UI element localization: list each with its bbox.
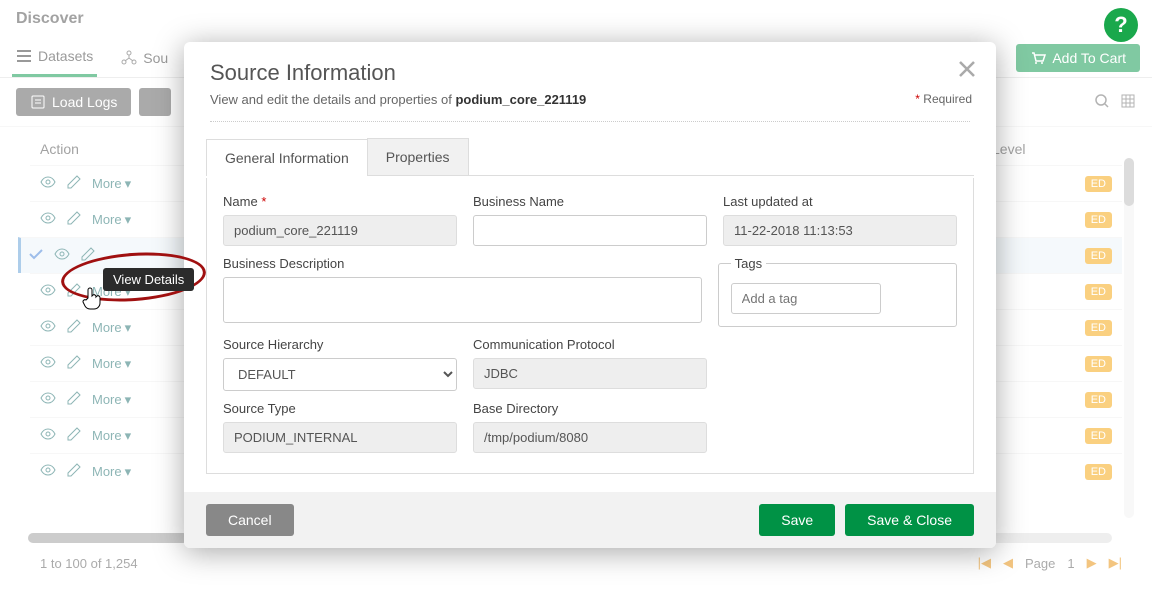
eye-icon[interactable] (54, 246, 70, 265)
column-action: Action (40, 141, 190, 157)
pager-prev-icon[interactable]: ◀ (1003, 555, 1013, 571)
tab-sources-label: Sou (143, 50, 168, 66)
label-business-desc: Business Description (223, 256, 702, 271)
pager-next-icon[interactable]: ▶ (1087, 555, 1097, 571)
cancel-button[interactable]: Cancel (206, 504, 294, 536)
level-badge: ED (1085, 284, 1112, 300)
caret-down-icon: ▾ (125, 464, 132, 480)
label-base-dir: Base Directory (473, 401, 707, 416)
required-note: * Required (915, 92, 972, 106)
label-source-hierarchy: Source Hierarchy (223, 337, 457, 352)
pencil-icon[interactable] (66, 210, 82, 229)
pager-page-label: Page (1025, 556, 1055, 571)
help-button[interactable]: ? (1104, 8, 1138, 42)
base-dir-field (473, 422, 707, 453)
tab-datasets-label: Datasets (38, 48, 93, 64)
tab-properties[interactable]: Properties (367, 138, 469, 175)
label-last-updated: Last updated at (723, 194, 957, 209)
eye-icon[interactable] (40, 282, 56, 301)
source-type-field (223, 422, 457, 453)
caret-down-icon: ▾ (125, 356, 132, 372)
tab-general-info[interactable]: General Information (206, 139, 368, 176)
label-comm-protocol: Communication Protocol (473, 337, 707, 352)
load-logs-button[interactable]: Load Logs (16, 88, 131, 116)
hamburger-icon (16, 48, 32, 64)
save-button[interactable]: Save (759, 504, 835, 536)
more-dropdown[interactable]: More ▾ (92, 464, 131, 480)
page-title: Discover (16, 10, 84, 28)
column-level: Level (992, 141, 1112, 157)
label-business-name: Business Name (473, 194, 707, 209)
eye-icon[interactable] (40, 174, 56, 193)
more-dropdown[interactable]: More ▾ (92, 428, 131, 444)
level-badge: ED (1085, 320, 1112, 336)
close-icon[interactable] (956, 58, 978, 83)
tab-datasets[interactable]: Datasets (12, 38, 97, 77)
add-to-cart-label: Add To Cart (1052, 50, 1126, 66)
eye-icon[interactable] (40, 426, 56, 445)
caret-down-icon: ▾ (125, 428, 132, 444)
tree-icon (121, 50, 137, 66)
name-field[interactable] (223, 215, 457, 246)
level-badge: ED (1085, 176, 1112, 192)
tab-sources[interactable]: Sou (117, 40, 172, 76)
more-dropdown[interactable]: More ▾ (92, 356, 131, 372)
more-dropdown[interactable]: More ▾ (92, 176, 131, 192)
source-hierarchy-select[interactable]: DEFAULT (223, 358, 457, 391)
pencil-icon[interactable] (66, 390, 82, 409)
log-icon (30, 94, 46, 110)
more-dropdown[interactable]: More ▾ (92, 212, 131, 228)
eye-icon[interactable] (40, 354, 56, 373)
modal-subtitle: View and edit the details and properties… (210, 92, 970, 107)
business-desc-field[interactable] (223, 277, 702, 323)
level-badge: ED (1085, 464, 1112, 480)
label-tags: Tags (731, 256, 766, 271)
load-logs-label: Load Logs (52, 94, 117, 110)
label-source-type: Source Type (223, 401, 457, 416)
tooltip: View Details (103, 268, 194, 291)
add-to-cart-button[interactable]: Add To Cart (1016, 44, 1140, 72)
eye-icon[interactable] (40, 210, 56, 229)
caret-down-icon: ▾ (125, 176, 132, 192)
caret-down-icon: ▾ (125, 212, 132, 228)
more-dropdown[interactable]: More ▾ (92, 320, 131, 336)
business-name-field[interactable] (473, 215, 707, 246)
level-badge: ED (1085, 212, 1112, 228)
source-info-modal: Source Information View and edit the det… (184, 42, 996, 548)
grid-settings-icon[interactable] (1120, 93, 1136, 112)
level-badge: ED (1085, 392, 1112, 408)
pagination-info: 1 to 100 of 1,254 (40, 556, 138, 571)
search-icon[interactable] (1094, 93, 1110, 112)
secondary-button[interactable] (139, 88, 171, 116)
level-badge: ED (1085, 356, 1112, 372)
pencil-icon[interactable] (66, 426, 82, 445)
comm-protocol-field (473, 358, 707, 389)
eye-icon[interactable] (40, 462, 56, 481)
last-updated-field (723, 215, 957, 246)
level-badge: ED (1085, 428, 1112, 444)
pencil-icon[interactable] (66, 318, 82, 337)
modal-title: Source Information (210, 60, 970, 86)
save-close-button[interactable]: Save & Close (845, 504, 974, 536)
more-dropdown[interactable]: More ▾ (92, 392, 131, 408)
level-badge: ED (1085, 248, 1112, 264)
caret-down-icon: ▾ (125, 320, 132, 336)
tags-fieldset: Tags (718, 256, 957, 327)
check-icon (28, 246, 44, 265)
caret-down-icon: ▾ (125, 392, 132, 408)
vertical-scrollbar[interactable] (1124, 158, 1134, 518)
pager-page-num: 1 (1067, 556, 1074, 571)
pager-last-icon[interactable]: ▶| (1109, 555, 1122, 571)
pencil-icon[interactable] (66, 462, 82, 481)
eye-icon[interactable] (40, 390, 56, 409)
add-tag-input[interactable] (731, 283, 881, 314)
pencil-icon[interactable] (66, 354, 82, 373)
label-name: Name * (223, 194, 457, 209)
cart-icon (1030, 50, 1046, 66)
cursor-hand-icon (81, 286, 103, 315)
pager-first-icon[interactable]: |◀ (978, 555, 991, 571)
pencil-icon[interactable] (66, 174, 82, 193)
eye-icon[interactable] (40, 318, 56, 337)
